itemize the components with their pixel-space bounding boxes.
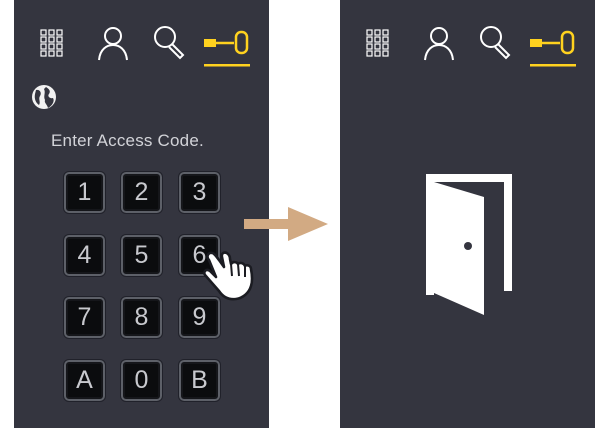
globe-icon[interactable] bbox=[29, 82, 59, 112]
arrow-right-icon bbox=[244, 207, 328, 241]
hand-pointer-icon bbox=[203, 251, 254, 301]
key-5[interactable]: 5 bbox=[121, 235, 162, 276]
key-7[interactable]: 7 bbox=[64, 297, 105, 338]
key-a[interactable]: A bbox=[64, 360, 105, 401]
top-toolbar bbox=[14, 22, 269, 72]
keypad-icon[interactable] bbox=[38, 26, 68, 62]
key-icon[interactable] bbox=[200, 24, 256, 70]
key-icon[interactable] bbox=[526, 24, 582, 70]
key-2[interactable]: 2 bbox=[121, 172, 162, 213]
keypad-icon[interactable] bbox=[364, 26, 394, 62]
search-icon[interactable] bbox=[152, 24, 188, 62]
prompt-label: Enter Access Code. bbox=[51, 131, 204, 150]
access-code-screen: Enter Access Code. 1 2 3 4 5 6 7 8 9 A 0… bbox=[14, 0, 269, 428]
key-0[interactable]: 0 bbox=[121, 360, 162, 401]
user-icon[interactable] bbox=[96, 24, 130, 62]
search-icon[interactable] bbox=[478, 24, 514, 62]
user-icon[interactable] bbox=[422, 24, 456, 62]
key-b[interactable]: B bbox=[179, 360, 220, 401]
key-1[interactable]: 1 bbox=[64, 172, 105, 213]
top-toolbar bbox=[340, 22, 595, 72]
key-3[interactable]: 3 bbox=[179, 172, 220, 213]
door-open-icon bbox=[426, 174, 512, 315]
key-8[interactable]: 8 bbox=[121, 297, 162, 338]
key-4[interactable]: 4 bbox=[64, 235, 105, 276]
